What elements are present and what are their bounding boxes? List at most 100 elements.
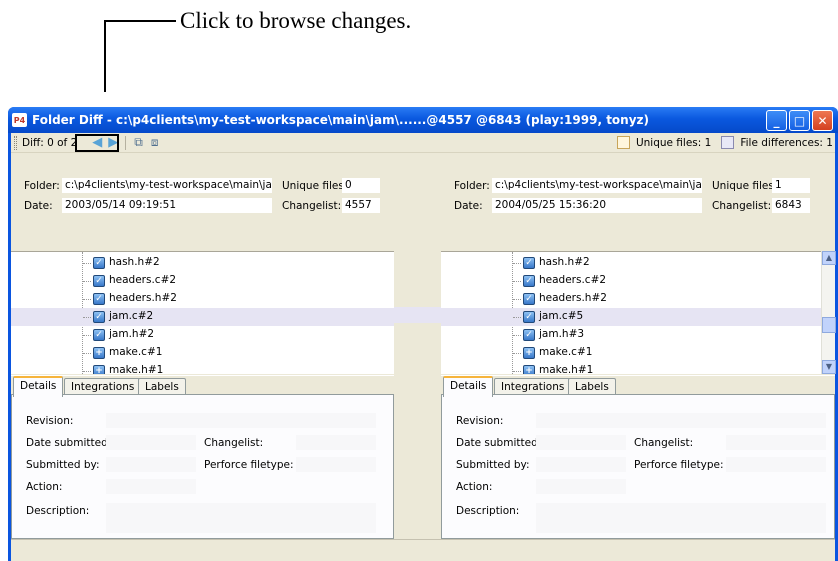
tree-row[interactable]: ✓ headers.c#2	[11, 272, 394, 290]
unique-files-legend: Unique files: 1	[635, 136, 712, 149]
description-field	[536, 503, 826, 533]
tree-row[interactable]: ✓ headers.h#2	[441, 290, 835, 308]
left-tab-strip: Details Integrations Labels	[11, 375, 394, 397]
annotation-caption: Click to browse changes.	[180, 8, 412, 33]
toolbar-grip[interactable]	[14, 135, 17, 150]
action-label: Action:	[26, 481, 63, 493]
description-label: Description:	[456, 505, 520, 517]
file-name: jam.h#3	[539, 328, 585, 340]
folder-diff-window: P4 Folder Diff - c:\p4clients\my-test-wo…	[8, 107, 838, 561]
file-checked-icon: ✓	[523, 257, 535, 269]
toolbar: Diff: 0 of 2 ◀ ▶ ⧉ ⧈ Unique files: 1 Fil…	[11, 133, 835, 153]
file-checked-icon: ✓	[523, 329, 535, 341]
right-changelist-label: Changelist:	[712, 200, 772, 212]
scroll-down-icon[interactable]: ▼	[822, 360, 836, 374]
revision-field	[536, 413, 826, 428]
left-folder-field: c:\p4clients\my-test-workspace\main\jam\…	[62, 178, 272, 193]
file-differences-swatch	[721, 136, 735, 149]
tree-row[interactable]: ✓ jam.h#2	[11, 326, 394, 344]
diff-files-icon[interactable]: ⧉	[134, 135, 143, 150]
left-unique-files-field: 0	[342, 178, 380, 193]
submitted-by-label: Submitted by:	[26, 459, 100, 471]
revision-label: Revision:	[26, 415, 74, 427]
left-file-tree: ✓ hash.h#2 ✓ headers.c#2 ✓ headers.h#2 ✓ jam…	[11, 251, 394, 374]
window-title: Folder Diff - c:\p4clients\my-test-works…	[32, 113, 650, 127]
tree-row[interactable]: + make.c#1	[441, 344, 835, 362]
unique-files-swatch	[616, 136, 630, 149]
tree-row[interactable]: ✓ headers.h#2	[11, 290, 394, 308]
diff-connector-strip	[394, 154, 441, 539]
annotation-line-horizontal	[104, 20, 176, 22]
action-field	[536, 479, 626, 494]
right-info: Folder: c:\p4clients\my-test-workspace\m…	[441, 154, 835, 228]
submitted-by-field	[106, 457, 196, 472]
tab-details[interactable]: Details	[443, 376, 494, 397]
right-date-field: 2004/05/25 15:36:20	[492, 198, 702, 213]
changelist-field	[296, 435, 376, 450]
right-unique-files-label: Unique files:	[712, 180, 778, 192]
annotation-line-vertical	[104, 20, 106, 92]
file-checked-icon: ✓	[93, 293, 105, 305]
left-folder-label: Folder:	[24, 180, 60, 192]
tree-row-selected[interactable]: ✓ jam.c#5	[441, 308, 835, 326]
tree-row[interactable]: + make.h#1	[11, 362, 394, 374]
action-label: Action:	[456, 481, 493, 493]
tree-row[interactable]: ✓ headers.c#2	[441, 272, 835, 290]
file-added-icon: +	[93, 365, 105, 374]
filetype-field	[726, 457, 826, 472]
left-unique-files-label: Unique files:	[282, 180, 348, 192]
tree-row[interactable]: ✓ hash.h#2	[11, 254, 394, 272]
diff-folders-icon[interactable]: ⧈	[151, 135, 159, 150]
tree-row[interactable]: ✓ hash.h#2	[441, 254, 835, 272]
right-unique-files-field: 1	[772, 178, 810, 193]
file-checked-icon: ✓	[523, 311, 535, 323]
right-tree-scrollbar[interactable]: ▲ ▼	[821, 251, 836, 374]
file-name: headers.h#2	[539, 292, 607, 304]
right-folder-field: c:\p4clients\my-test-workspace\main\jam\…	[492, 178, 702, 193]
window-client-area: Diff: 0 of 2 ◀ ▶ ⧉ ⧈ Unique files: 1 Fil…	[11, 133, 836, 561]
description-label: Description:	[26, 505, 90, 517]
file-name: make.c#1	[539, 346, 593, 358]
file-checked-icon: ✓	[93, 275, 105, 287]
scroll-thumb[interactable]	[822, 317, 836, 333]
file-checked-icon: ✓	[93, 311, 105, 323]
file-added-icon: +	[523, 347, 535, 359]
title-bar[interactable]: P4 Folder Diff - c:\p4clients\my-test-wo…	[8, 107, 838, 133]
left-details-pane: Revision: Date submitted: Changelist: Su…	[11, 394, 394, 539]
filetype-label: Perforce filetype:	[204, 459, 294, 471]
file-name: jam.h#2	[109, 328, 155, 340]
tree-row[interactable]: ✓ jam.h#3	[441, 326, 835, 344]
file-name: headers.h#2	[109, 292, 177, 304]
file-name: make.h#1	[539, 364, 594, 374]
close-button[interactable]: ✕	[812, 110, 833, 131]
changelist-field	[726, 435, 826, 450]
file-name: headers.c#2	[109, 274, 177, 286]
tree-row-selected[interactable]: ✓ jam.c#2	[11, 308, 394, 326]
date-submitted-label: Date submitted:	[26, 437, 112, 449]
tab-details[interactable]: Details	[13, 376, 64, 397]
right-file-tree: ✓ hash.h#2 ✓ headers.c#2 ✓ headers.h#2 ✓ jam…	[441, 251, 835, 374]
scroll-up-icon[interactable]: ▲	[822, 251, 836, 265]
maximize-button[interactable]: □	[789, 110, 810, 131]
revision-field	[106, 413, 376, 428]
tree-row[interactable]: + make.h#1	[441, 362, 835, 374]
p4-app-icon: P4	[12, 113, 27, 127]
filetype-label: Perforce filetype:	[634, 459, 724, 471]
tree-row[interactable]: + make.c#1	[11, 344, 394, 362]
action-field	[106, 479, 196, 494]
filetype-field	[296, 457, 376, 472]
file-name: make.h#1	[109, 364, 164, 374]
toolbar-separator	[125, 135, 127, 150]
revision-label: Revision:	[456, 415, 504, 427]
description-field	[106, 503, 376, 533]
file-checked-icon: ✓	[523, 293, 535, 305]
file-name: jam.c#2	[109, 310, 154, 322]
right-changelist-field: 6843	[772, 198, 810, 213]
minimize-button[interactable]: _	[766, 110, 787, 131]
file-name: hash.h#2	[539, 256, 590, 268]
left-date-label: Date:	[24, 200, 53, 212]
diff-counter: Diff: 0 of 2	[22, 136, 78, 149]
file-name: make.c#1	[109, 346, 163, 358]
file-checked-icon: ✓	[93, 257, 105, 269]
changelist-label: Changelist:	[634, 437, 694, 449]
